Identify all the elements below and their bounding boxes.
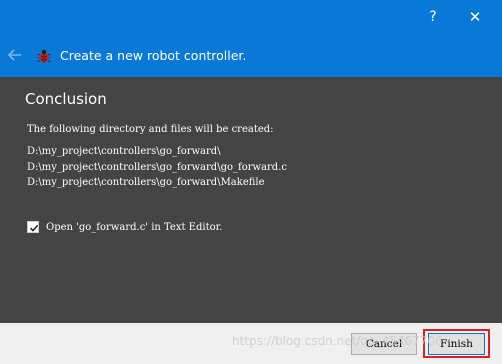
- wizard-title: Create a new robot controller.: [60, 48, 247, 63]
- path-item: D:\my_project\controllers\go_forward\: [27, 146, 221, 157]
- path-item: D:\my_project\controllers\go_forward\Mak…: [27, 177, 265, 188]
- title-bar: ? ✕: [0, 0, 502, 35]
- close-icon: ✕: [468, 8, 482, 26]
- help-button[interactable]: ?: [418, 0, 448, 35]
- watermark: https://blog.csdn.net/qq_45467706: [232, 334, 443, 348]
- wizard-header: Create a new robot controller.: [0, 35, 502, 77]
- checkmark-icon: [29, 224, 39, 232]
- help-icon: ?: [429, 9, 437, 25]
- intro-text: The following directory and files will b…: [27, 124, 274, 135]
- bug-icon: [36, 48, 52, 64]
- back-arrow-icon[interactable]: [6, 46, 24, 64]
- paths-list: D:\my_project\controllers\go_forward\ D:…: [27, 144, 287, 191]
- open-in-editor-checkbox[interactable]: [27, 221, 39, 233]
- section-title: Conclusion: [25, 90, 107, 108]
- close-button[interactable]: ✕: [460, 0, 490, 35]
- open-in-editor-label: Open 'go_forward.c' in Text Editor.: [46, 222, 223, 233]
- path-item: D:\my_project\controllers\go_forward\go_…: [27, 161, 287, 173]
- wizard-window: ? ✕ Create a new robot controller. Concl…: [0, 0, 502, 364]
